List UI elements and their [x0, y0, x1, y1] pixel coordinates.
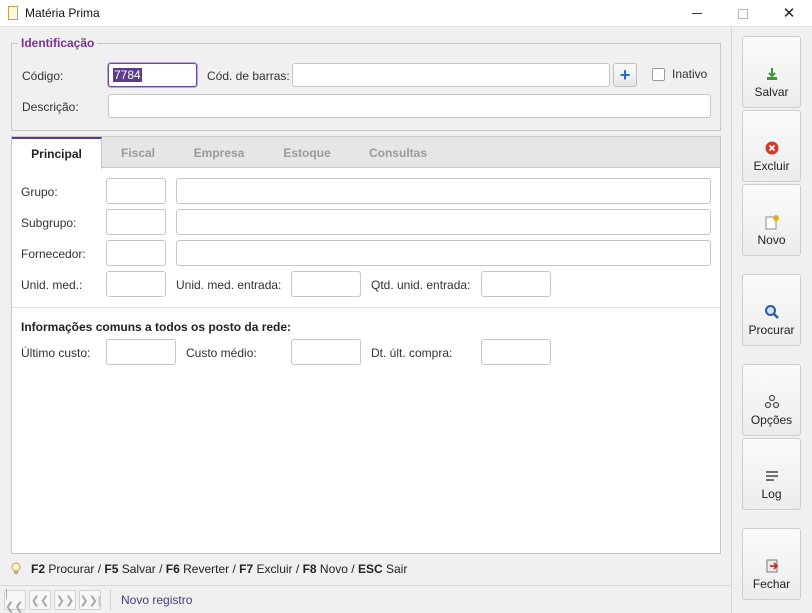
grupo-name-input[interactable]: [176, 178, 711, 204]
codigo-value: 7784: [113, 68, 142, 82]
close-window-button[interactable]: ✕: [766, 0, 812, 27]
new-icon: [765, 215, 779, 230]
excluir-button[interactable]: Excluir: [742, 110, 801, 182]
procurar-label: Procurar: [748, 323, 795, 337]
codigo-label: Código:: [22, 69, 64, 83]
custo-medio-input[interactable]: [291, 339, 361, 365]
window-body: Identificação Código: 7784 Cód. de barra…: [0, 27, 812, 613]
tab-principal[interactable]: Principal: [12, 137, 102, 169]
last-record-icon: ❯❯|: [79, 594, 101, 607]
subgrupo-code-input[interactable]: [106, 209, 166, 235]
opcoes-button[interactable]: Opções: [742, 364, 801, 436]
unid-med-entrada-label: Unid. med. entrada:: [176, 278, 282, 292]
qtd-unid-entrada-label: Qtd. unid. entrada:: [371, 278, 471, 292]
qtd-unid-entrada-input[interactable]: [481, 271, 551, 297]
novo-label: Novo: [757, 233, 786, 247]
salvar-button[interactable]: Salvar: [742, 36, 801, 108]
unid-med-entrada-input[interactable]: [291, 271, 361, 297]
shortcut-esc: ESC Sair: [357, 562, 408, 576]
dt-ult-compra-input[interactable]: [481, 339, 551, 365]
dt-ult-compra-label: Dt. últ. compra:: [371, 346, 453, 360]
excluir-label: Excluir: [753, 159, 790, 173]
shortcut-f8: F8 Novo: [302, 562, 348, 576]
shortcut-f6: F6 Reverter: [165, 562, 230, 576]
tab-empresa[interactable]: Empresa: [174, 137, 264, 168]
procurar-button[interactable]: Procurar: [742, 274, 801, 346]
opcoes-label: Opções: [750, 413, 793, 427]
tab-estoque[interactable]: Estoque: [264, 137, 350, 168]
fechar-button[interactable]: Fechar: [742, 528, 801, 600]
log-icon: [765, 471, 778, 481]
unid-med-input[interactable]: [106, 271, 166, 297]
save-icon: [766, 68, 777, 80]
section-divider: [12, 307, 720, 308]
close-door-icon: [766, 559, 778, 573]
nav-last-button[interactable]: ❯❯|: [79, 590, 101, 610]
tab-consultas[interactable]: Consultas: [350, 137, 446, 168]
tab-strip: Principal Fiscal Empresa Estoque Consult…: [12, 137, 720, 169]
delete-icon: [765, 141, 778, 155]
novo-button[interactable]: Novo: [742, 184, 801, 256]
tab-fiscal[interactable]: Fiscal: [102, 137, 174, 168]
shortcut-f2: F2 Procurar: [31, 562, 95, 576]
add-barcode-button[interactable]: +: [613, 63, 637, 87]
fechar-label: Fechar: [752, 577, 791, 591]
identificacao-group: Identificação Código: 7784 Cód. de barra…: [11, 36, 721, 131]
status-text: Novo registro: [110, 589, 721, 611]
status-bar: |❮❮ ❮❮ ❯❯ ❯❯| Novo registro: [0, 585, 731, 613]
nav-next-button[interactable]: ❯❯: [54, 590, 76, 610]
section-title: Informações comuns a todos os posto da r…: [21, 320, 292, 334]
nav-first-button[interactable]: |❮❮: [4, 587, 26, 613]
maximize-button[interactable]: [720, 0, 766, 27]
log-button[interactable]: Log: [742, 438, 801, 510]
next-record-icon: ❯❯: [55, 594, 75, 607]
identificacao-legend: Identificação: [18, 36, 98, 50]
first-record-icon: |❮❮: [5, 587, 24, 613]
tab-panel: Principal Fiscal Empresa Estoque Consult…: [11, 136, 721, 554]
ultimo-custo-label: Último custo:: [21, 346, 91, 360]
log-label: Log: [761, 487, 782, 501]
options-icon: [764, 394, 779, 409]
fornecedor-name-input[interactable]: [176, 240, 711, 266]
shortcut-f5: F5 Salvar: [104, 562, 156, 576]
salvar-label: Salvar: [754, 85, 789, 99]
minimize-button[interactable]: [674, 0, 720, 27]
search-icon: [764, 305, 779, 319]
action-sidebar: Salvar Excluir Novo Procurar Opções Log …: [731, 27, 812, 613]
prev-record-icon: ❮❮: [30, 594, 50, 607]
barras-label: Cód. de barras:: [207, 69, 290, 83]
app-icon: [8, 6, 18, 20]
unid-med-label: Unid. med.:: [21, 278, 83, 292]
grupo-code-input[interactable]: [106, 178, 166, 204]
fornecedor-label: Fornecedor:: [21, 247, 86, 261]
subgrupo-name-input[interactable]: [176, 209, 711, 235]
custo-medio-label: Custo médio:: [186, 346, 257, 360]
shortcut-f7: F7 Excluir: [239, 562, 293, 576]
maximize-icon: [738, 8, 748, 19]
plus-icon: +: [619, 65, 631, 85]
subgrupo-label: Subgrupo:: [21, 216, 77, 230]
descricao-input[interactable]: [108, 94, 711, 118]
descricao-label: Descrição:: [22, 100, 79, 114]
close-icon: ✕: [782, 5, 796, 22]
window-title: Matéria Prima: [25, 6, 100, 20]
minimize-icon: [692, 13, 702, 14]
lightbulb-icon: [11, 562, 21, 574]
grupo-label: Grupo:: [21, 185, 58, 199]
inativo-label: Inativo: [672, 67, 708, 81]
inativo-checkbox[interactable]: [652, 68, 665, 81]
barras-input[interactable]: [292, 63, 610, 87]
shortcut-hint: F2 Procurar / F5 Salvar / F6 Reverter / …: [11, 560, 407, 578]
fornecedor-code-input[interactable]: [106, 240, 166, 266]
ultimo-custo-input[interactable]: [106, 339, 176, 365]
codigo-input[interactable]: 7784: [108, 63, 197, 87]
title-bar: Matéria Prima ✕: [0, 0, 812, 27]
nav-prev-button[interactable]: ❮❮: [29, 590, 51, 610]
